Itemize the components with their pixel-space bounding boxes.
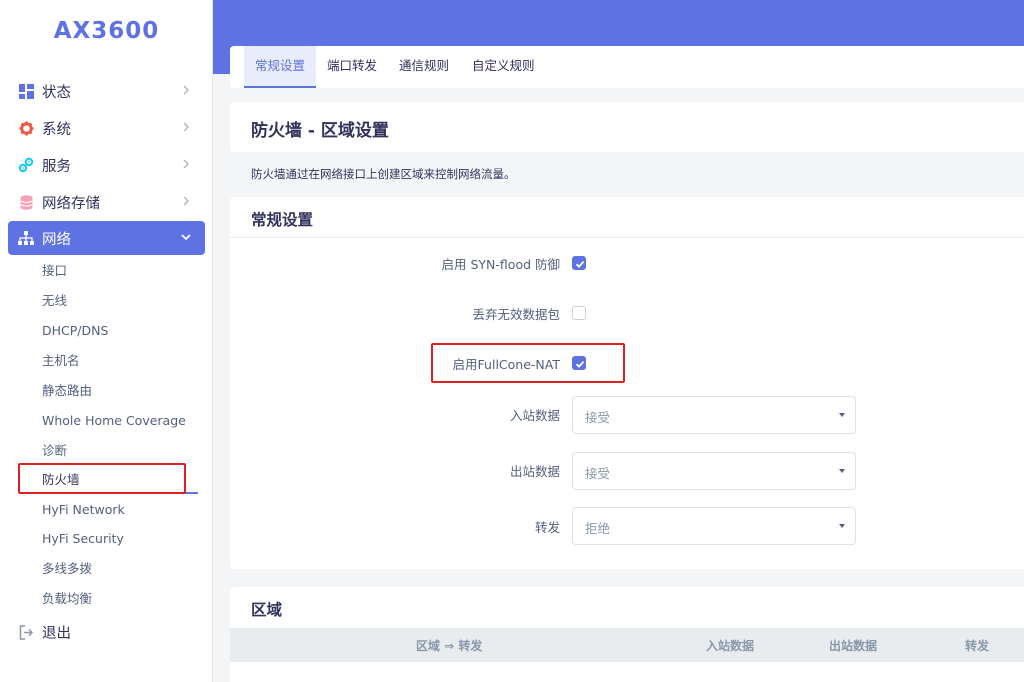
section-divider [230,237,1024,238]
sidebar-item-label: 网络 [42,231,71,248]
sidebar-subitem-diagnostics[interactable]: 诊断 [42,441,67,461]
output-policy-select[interactable]: 接受 [572,452,856,490]
forward-policy-label: 转发 [534,520,560,535]
sidebar-item-label: 系统 [42,121,71,138]
fullcone-nat-label: 启用FullCone-NAT [452,357,560,372]
syn-flood-checkbox[interactable] [572,256,586,270]
column-header: 区域 ⇒ 转发 [416,639,483,653]
sidebar-subitem-hyfi-security[interactable]: HyFi Security [42,529,124,549]
checkmark-icon [575,360,585,368]
logout-icon [18,624,34,640]
sidebar: AX3600 状态 系统 服务 网络存储 网络 接口 无线 DHCP/DNS 主… [0,0,213,682]
sidebar-subitem-load-balancing[interactable]: 负载均衡 [42,589,92,609]
caret-down-icon [839,524,845,528]
sidebar-subitem-static-routes[interactable]: 静态路由 [42,381,92,401]
sidebar-subitem-dhcp-dns[interactable]: DHCP/DNS [42,321,108,341]
drop-invalid-checkbox[interactable] [572,306,586,320]
output-policy-label: 出站数据 [509,464,560,479]
checkmark-icon [575,260,585,268]
sidebar-item-status[interactable]: 状态 [8,74,205,108]
sidebar-item-network[interactable]: 网络 [8,221,205,255]
sitemap-icon [18,230,34,246]
caret-down-icon [839,413,845,417]
page-description: 防火墙通过在网络接口上创建区域来控制网络流量。 [251,167,516,181]
column-header: 入站数据 [706,639,755,653]
brand-logo: AX3600 [53,18,160,44]
sidebar-subitem-hyfi-network[interactable]: HyFi Network [42,500,125,520]
sidebar-item-label: 退出 [42,625,71,642]
section-title: 常规设置 [251,211,314,229]
sidebar-subitem-multiwan[interactable]: 多线多拨 [42,559,92,579]
sidebar-item-system[interactable]: 系统 [8,111,205,145]
dashboard-icon [18,83,34,99]
database-icon [18,194,34,210]
puzzle-gears-icon [18,157,34,173]
sidebar-subitem-interfaces[interactable]: 接口 [42,261,67,281]
fullcone-nat-checkbox[interactable] [572,356,586,370]
tab-general-settings[interactable]: 常规设置 [244,46,317,88]
chevron-right-icon [183,159,189,169]
active-subitem-underline [20,492,198,494]
chevron-right-icon [183,85,189,95]
caret-down-icon [839,469,845,473]
tab-bar: 常规设置 端口转发 通信规则 自定义规则 [230,46,1024,88]
sidebar-item-services[interactable]: 服务 [8,148,205,182]
input-policy-select[interactable]: 接受 [572,396,856,434]
select-value: 接受 [585,466,611,481]
tab-traffic-rules[interactable]: 通信规则 [388,46,460,88]
sidebar-subitem-hostnames[interactable]: 主机名 [42,351,80,371]
chevron-right-icon [183,122,189,132]
zones-table-header: 区域 ⇒ 转发 入站数据 出站数据 转发 [230,628,1024,662]
zones-section: 区域 区域 ⇒ 转发 入站数据 出站数据 转发 [230,587,1024,682]
chevron-right-icon [183,196,189,206]
tab-port-forwards[interactable]: 端口转发 [316,46,388,88]
forward-policy-select[interactable]: 拒绝 [572,507,856,545]
drop-invalid-label: 丢弃无效数据包 [472,307,560,322]
tab-custom-rules[interactable]: 自定义规则 [461,46,546,88]
input-policy-label: 入站数据 [509,408,560,423]
general-settings-section: 常规设置 启用 SYN-flood 防御 丢弃无效数据包 启用FullCone-… [230,197,1024,569]
page-title: 防火墙 - 区域设置 [251,121,389,141]
section-title: 区域 [251,601,283,619]
column-header: 出站数据 [829,639,878,653]
column-header: 转发 [965,639,990,653]
select-value: 拒绝 [585,521,611,536]
select-value: 接受 [585,410,611,425]
sidebar-item-storage[interactable]: 网络存储 [8,185,205,219]
sidebar-item-logout[interactable]: 退出 [8,615,205,649]
sidebar-subitem-wireless[interactable]: 无线 [42,291,67,311]
sidebar-subitem-whole-home-coverage[interactable]: Whole Home Coverage [42,411,186,431]
sidebar-item-label: 服务 [42,158,71,175]
syn-flood-label: 启用 SYN-flood 防御 [441,257,560,272]
sidebar-item-label: 网络存储 [42,195,100,212]
sidebar-item-label: 状态 [42,84,71,101]
page-title-card: 防火墙 - 区域设置 [230,102,1024,152]
gear-icon [18,120,34,136]
chevron-down-icon [181,234,191,241]
sidebar-subitem-firewall[interactable]: 防火墙 [42,470,80,490]
